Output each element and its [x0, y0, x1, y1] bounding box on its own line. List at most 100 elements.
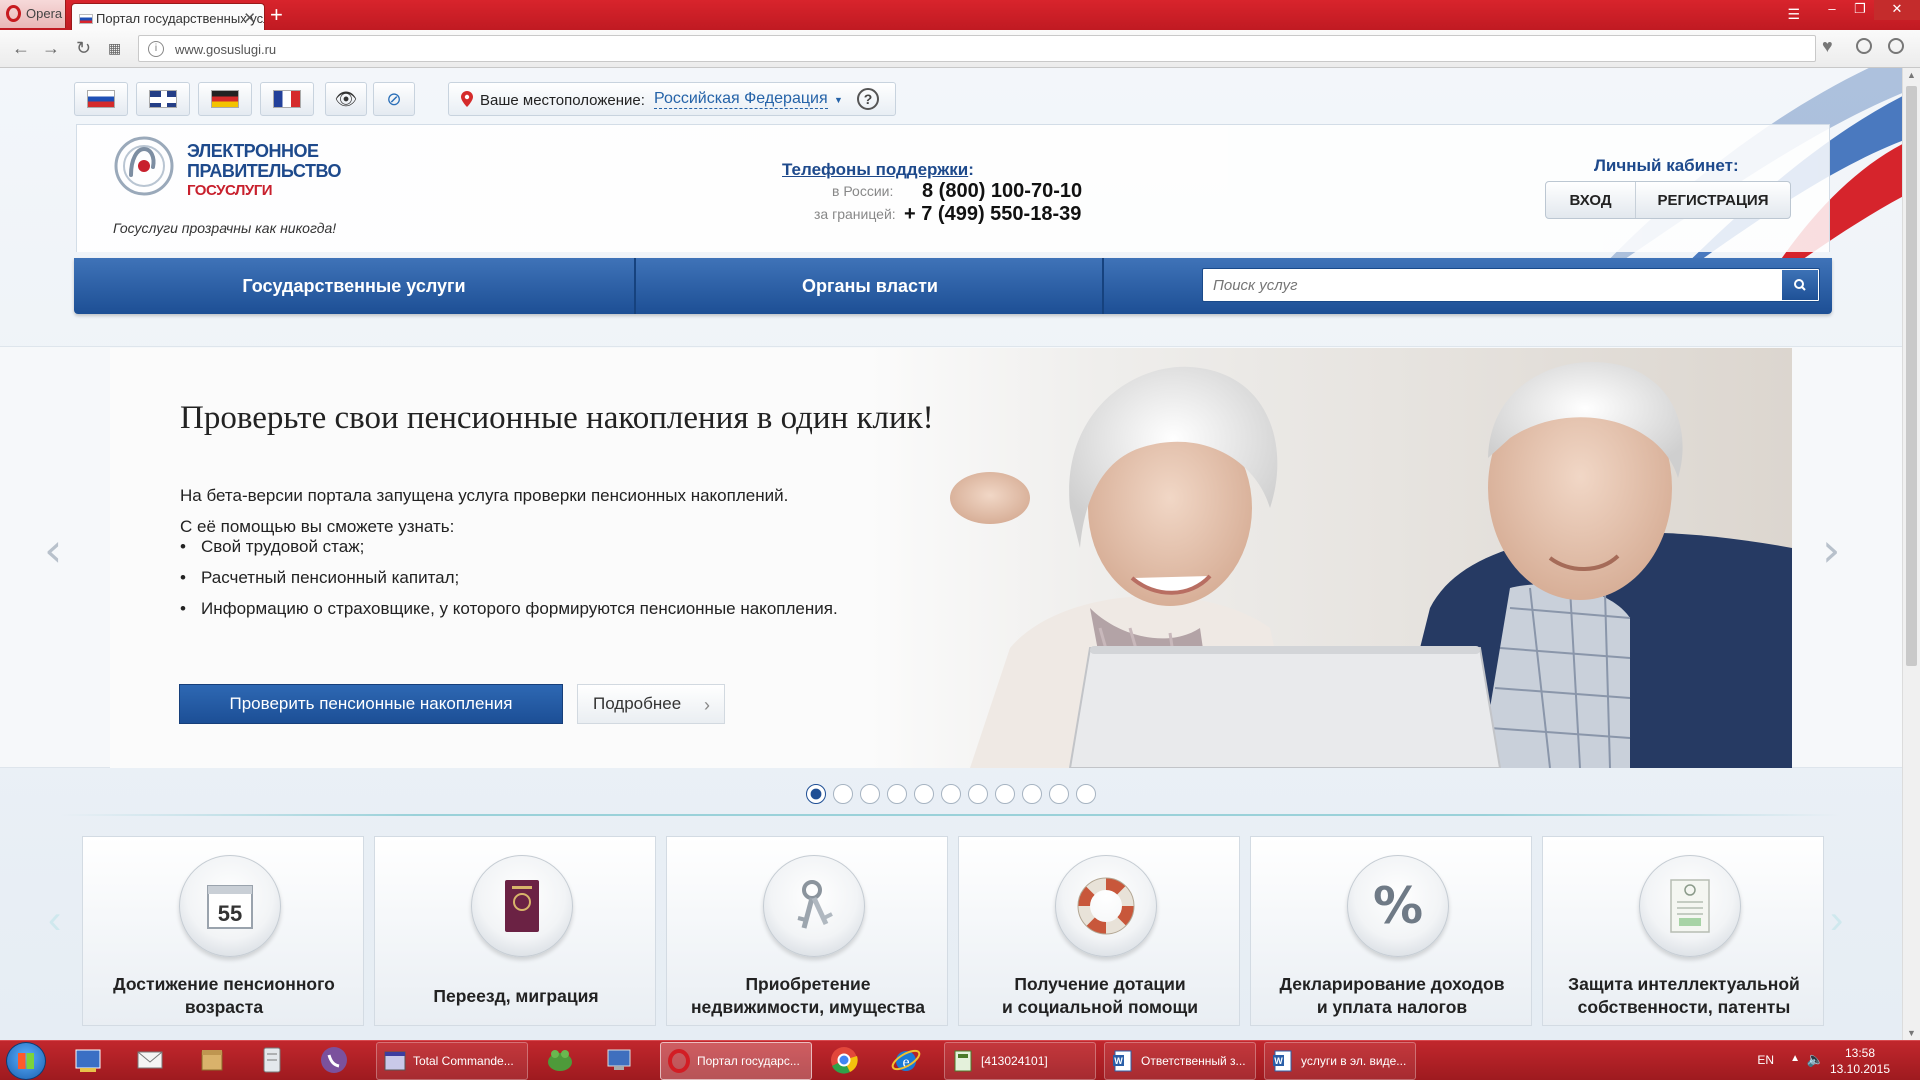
- taskbar-word-doc-1[interactable]: W Ответственный з...: [1104, 1042, 1256, 1080]
- url-text: www.gosuslugi.ru: [175, 42, 277, 57]
- carousel-prev-icon[interactable]: ‹: [44, 523, 62, 577]
- language-ru-button[interactable]: [74, 82, 128, 116]
- browser-tab-active[interactable]: Портал государственных услуг ✕: [71, 3, 265, 30]
- visually-impaired-mode-button[interactable]: 👁: [325, 82, 367, 116]
- input-language-indicator[interactable]: EN: [1757, 1053, 1774, 1067]
- carousel-dot[interactable]: [1076, 784, 1096, 804]
- compass-button[interactable]: ⊘: [373, 82, 415, 116]
- frog-app-icon[interactable]: [544, 1044, 576, 1076]
- carousel-dot[interactable]: [968, 784, 988, 804]
- logo-text[interactable]: ЭЛЕКТРОННОЕ ПРАВИТЕЛЬСТВО ГОСУСЛУГИ: [187, 141, 342, 201]
- language-fr-button[interactable]: [260, 82, 314, 116]
- logo-line-2: ПРАВИТЕЛЬСТВО: [187, 161, 342, 181]
- search-input[interactable]: [1203, 269, 1779, 301]
- carousel-pagination: [806, 784, 1096, 804]
- volume-icon[interactable]: 🔈: [1807, 1051, 1824, 1068]
- mail-app-graphic: [137, 1051, 163, 1069]
- reload-icon[interactable]: ↻: [76, 38, 91, 59]
- phone-russia-label: в России:: [832, 183, 894, 199]
- internet-explorer-icon[interactable]: e: [890, 1044, 922, 1076]
- scroll-down-icon[interactable]: ▼: [1907, 1028, 1916, 1038]
- clock[interactable]: 13:58 13.10.2015: [1828, 1045, 1892, 1077]
- carousel-dot[interactable]: [1022, 784, 1042, 804]
- nav-government-services[interactable]: Государственные услуги: [74, 258, 636, 314]
- vertical-scrollbar[interactable]: ▲ ▼: [1902, 68, 1920, 1040]
- chrome-icon[interactable]: [828, 1044, 860, 1076]
- language-de-button[interactable]: [198, 82, 252, 116]
- check-pension-button[interactable]: Проверить пенсионные накопления: [179, 684, 563, 724]
- computer-app-icon[interactable]: [604, 1044, 636, 1076]
- support-phones-link[interactable]: Телефоны поддержки: [782, 160, 968, 179]
- download-icon[interactable]: [1856, 38, 1872, 54]
- speed-dial-grid-icon[interactable]: ▦: [108, 40, 121, 57]
- category-card-property[interactable]: Приобретение недвижимости, имущества: [666, 836, 948, 1026]
- network-app-icon[interactable]: [72, 1044, 104, 1076]
- taskbar-opera-portal[interactable]: Портал государс...: [660, 1042, 812, 1080]
- category-card-social-aid[interactable]: Получение дотации и социальной помощи: [958, 836, 1240, 1026]
- start-button[interactable]: [6, 1042, 46, 1080]
- minimize-icon[interactable]: –: [1818, 0, 1846, 20]
- carousel-dot[interactable]: [995, 784, 1015, 804]
- account-icon[interactable]: [1888, 38, 1904, 54]
- carousel-dot[interactable]: [1049, 784, 1069, 804]
- carousel-dot[interactable]: [806, 784, 826, 804]
- lifebuoy-icon: [1055, 855, 1157, 957]
- personal-cabinet-buttons: ВХОД РЕГИСТРАЦИЯ: [1545, 181, 1791, 219]
- location-dropdown-caret-icon[interactable]: ▼: [834, 95, 843, 105]
- carousel-dot[interactable]: [941, 784, 961, 804]
- taskbar-word-doc-2[interactable]: W услуги в эл. виде...: [1264, 1042, 1416, 1080]
- category-card-patents[interactable]: Защита интеллектуальной собственности, п…: [1542, 836, 1824, 1026]
- carousel-dot[interactable]: [914, 784, 934, 804]
- keys-graphic: [797, 880, 833, 929]
- back-icon[interactable]: ←: [12, 38, 30, 59]
- taskbar-item-label: Портал государс...: [697, 1054, 800, 1068]
- scroll-up-icon[interactable]: ▲: [1907, 70, 1916, 80]
- carousel-dot[interactable]: [833, 784, 853, 804]
- category-card-taxes[interactable]: % Декларирование доходов и уплата налого…: [1250, 836, 1532, 1026]
- viber-icon[interactable]: [318, 1044, 350, 1076]
- tab-title: Портал государственных услуг: [96, 11, 265, 26]
- archive-app-icon[interactable]: [196, 1044, 228, 1076]
- clock-date: 13.10.2015: [1829, 1062, 1891, 1076]
- search-button[interactable]: [1782, 270, 1818, 300]
- language-en-button[interactable]: [136, 82, 190, 116]
- login-button[interactable]: ВХОД: [1546, 182, 1636, 218]
- opera-menu-button[interactable]: Opera: [0, 0, 66, 28]
- close-tab-icon[interactable]: ✕: [243, 9, 256, 27]
- french-flag-icon: [273, 90, 301, 108]
- tray-expand-icon[interactable]: ▲: [1790, 1053, 1800, 1064]
- new-tab-button[interactable]: +: [270, 2, 283, 28]
- network-app-graphic: [75, 1049, 101, 1072]
- maximize-icon[interactable]: ❐: [1846, 0, 1874, 20]
- server-app-icon[interactable]: [256, 1044, 288, 1076]
- scrollbar-thumb[interactable]: [1906, 86, 1917, 666]
- category-title-line: Декларирование доходов: [1279, 974, 1505, 994]
- more-details-button[interactable]: Подробнее ›: [577, 684, 725, 724]
- mail-app-icon[interactable]: [134, 1044, 166, 1076]
- register-button[interactable]: РЕГИСТРАЦИЯ: [1636, 182, 1790, 218]
- close-window-icon[interactable]: ✕: [1874, 0, 1920, 20]
- forward-icon[interactable]: →: [42, 38, 60, 59]
- help-icon[interactable]: ?: [857, 88, 879, 110]
- passport-icon: [471, 855, 573, 957]
- carousel-next-icon[interactable]: ›: [1822, 523, 1840, 577]
- location-value-dropdown[interactable]: Российская Федерация: [654, 90, 828, 109]
- tab-menu-icon[interactable]: ☰: [1787, 6, 1800, 23]
- bookmark-heart-icon[interactable]: ♥: [1822, 36, 1833, 57]
- taskbar-total-commander[interactable]: Total Commande...: [376, 1042, 528, 1080]
- nav-authorities[interactable]: Органы власти: [638, 258, 1104, 314]
- category-card-migration[interactable]: Переезд, миграция: [374, 836, 656, 1026]
- site-info-icon[interactable]: i: [148, 41, 164, 57]
- frog-app-graphic: [548, 1050, 572, 1071]
- main-navigation: Государственные услуги Органы власти: [74, 258, 1832, 314]
- categories-prev-icon[interactable]: ‹: [48, 898, 61, 943]
- gosuslugi-logo-icon[interactable]: [113, 135, 175, 197]
- carousel-dot[interactable]: [860, 784, 880, 804]
- banner-bullet: Расчетный пенсионный капитал;: [180, 562, 838, 593]
- carousel-dot[interactable]: [887, 784, 907, 804]
- window-controls: – ❐ ✕: [1818, 0, 1920, 22]
- url-field[interactable]: i www.gosuslugi.ru: [138, 35, 1816, 62]
- category-card-pension[interactable]: 55 Достижение пенсионного возраста: [82, 836, 364, 1026]
- taskbar-calculator-doc[interactable]: [413024101]: [944, 1042, 1096, 1080]
- page-viewport: 👁 ⊘ Ваше местоположение: Российская Феде…: [0, 68, 1902, 1040]
